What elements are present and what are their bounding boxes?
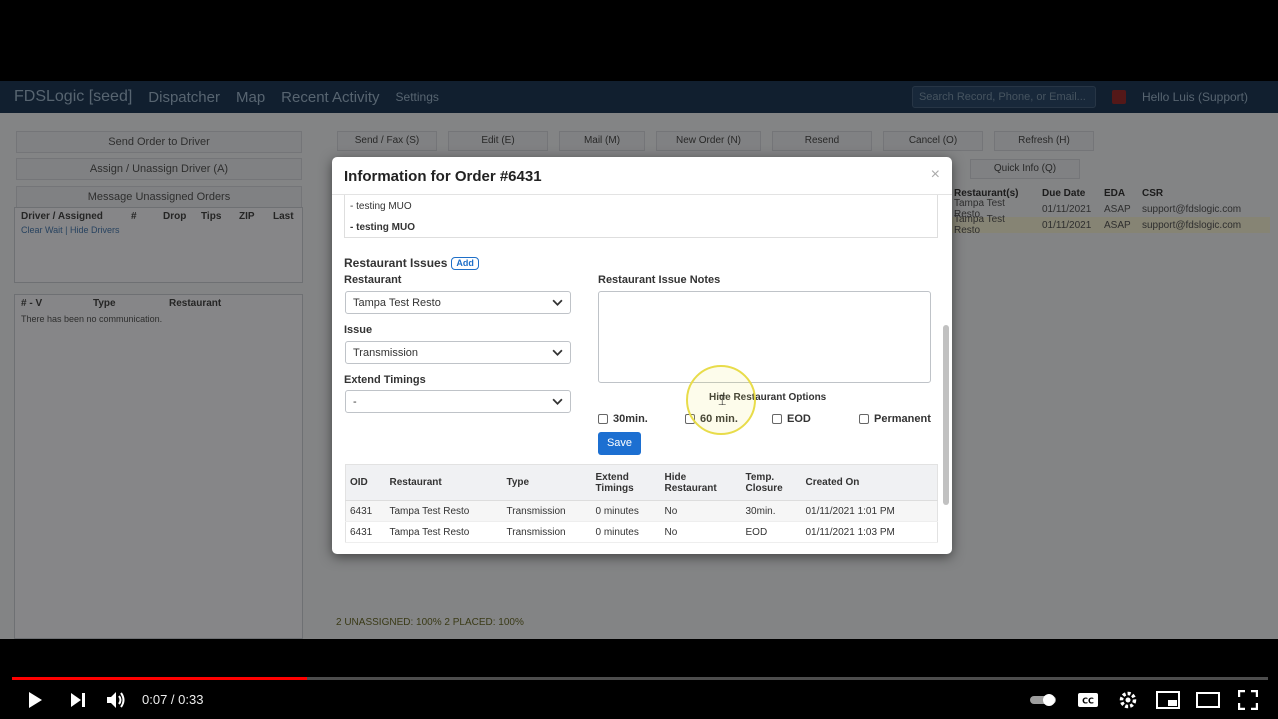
option-eod[interactable]: EOD bbox=[772, 413, 811, 425]
video-progress-played bbox=[12, 677, 308, 680]
video-controls: 0:07 / 0:33 CC bbox=[0, 681, 1278, 719]
miniplayer-icon[interactable] bbox=[1154, 681, 1182, 719]
chevron-down-icon bbox=[552, 398, 563, 405]
issue-select-value: Transmission bbox=[353, 346, 418, 359]
captions-icon[interactable]: CC bbox=[1074, 681, 1102, 719]
restaurant-issues-heading: Restaurant Issues Add bbox=[344, 256, 479, 270]
chevron-down-icon bbox=[552, 299, 563, 306]
text-cursor-icon: ⌶ bbox=[718, 393, 727, 409]
restaurant-issues-table: OID Restaurant Type Extend Timings Hide … bbox=[345, 464, 938, 543]
issue-label: Issue bbox=[344, 324, 373, 336]
autoplay-toggle-icon[interactable] bbox=[1028, 681, 1060, 719]
settings-gear-icon[interactable] bbox=[1114, 681, 1142, 719]
chevron-down-icon bbox=[552, 349, 563, 356]
save-button[interactable]: Save bbox=[598, 432, 641, 455]
play-icon[interactable] bbox=[20, 681, 50, 719]
checkbox[interactable] bbox=[772, 414, 782, 424]
issue-notes-label: Restaurant Issue Notes bbox=[598, 274, 721, 286]
note-item: - testing MUO bbox=[350, 222, 415, 233]
close-icon[interactable]: × bbox=[931, 166, 940, 184]
order-notes: - testing MUO - testing MUO bbox=[344, 195, 938, 238]
svg-text:CC: CC bbox=[1082, 697, 1094, 706]
video-time: 0:07 / 0:33 bbox=[142, 692, 204, 707]
volume-icon[interactable] bbox=[103, 681, 131, 719]
issue-select[interactable]: Transmission bbox=[345, 341, 571, 364]
issue-notes-textarea[interactable] bbox=[598, 291, 931, 383]
table-row[interactable]: 6431 Tampa Test Resto Transmission 0 min… bbox=[345, 500, 938, 522]
section-title: Restaurant Issues bbox=[344, 256, 448, 270]
modal-scrollbar[interactable] bbox=[943, 325, 949, 505]
checkbox[interactable] bbox=[598, 414, 608, 424]
theater-mode-icon[interactable] bbox=[1194, 681, 1222, 719]
checkbox[interactable] bbox=[859, 414, 869, 424]
restaurant-select-value: Tampa Test Resto bbox=[353, 296, 441, 309]
note-item: - testing MUO bbox=[350, 201, 412, 212]
next-icon[interactable] bbox=[64, 681, 92, 719]
video-progress-bar[interactable] bbox=[12, 677, 1268, 680]
option-30min[interactable]: 30min. bbox=[598, 413, 648, 425]
fullscreen-icon[interactable] bbox=[1234, 681, 1262, 719]
extend-timings-label: Extend Timings bbox=[344, 374, 426, 386]
issues-table-header: OID Restaurant Type Extend Timings Hide … bbox=[345, 464, 938, 501]
option-permanent[interactable]: Permanent bbox=[859, 413, 931, 425]
extend-timings-value: - bbox=[353, 395, 357, 408]
modal-title: Information for Order #6431 bbox=[344, 168, 542, 185]
order-info-modal: Information for Order #6431 × - testing … bbox=[332, 157, 952, 554]
restaurant-select[interactable]: Tampa Test Resto bbox=[345, 291, 571, 314]
table-row[interactable]: 6431 Tampa Test Resto Transmission 0 min… bbox=[345, 521, 938, 543]
restaurant-label: Restaurant bbox=[344, 274, 402, 286]
video-frame: FDSLogic [seed] Dispatcher Map Recent Ac… bbox=[0, 0, 1278, 719]
extend-timings-select[interactable]: - bbox=[345, 390, 571, 413]
add-issue-button[interactable]: Add bbox=[451, 257, 479, 270]
